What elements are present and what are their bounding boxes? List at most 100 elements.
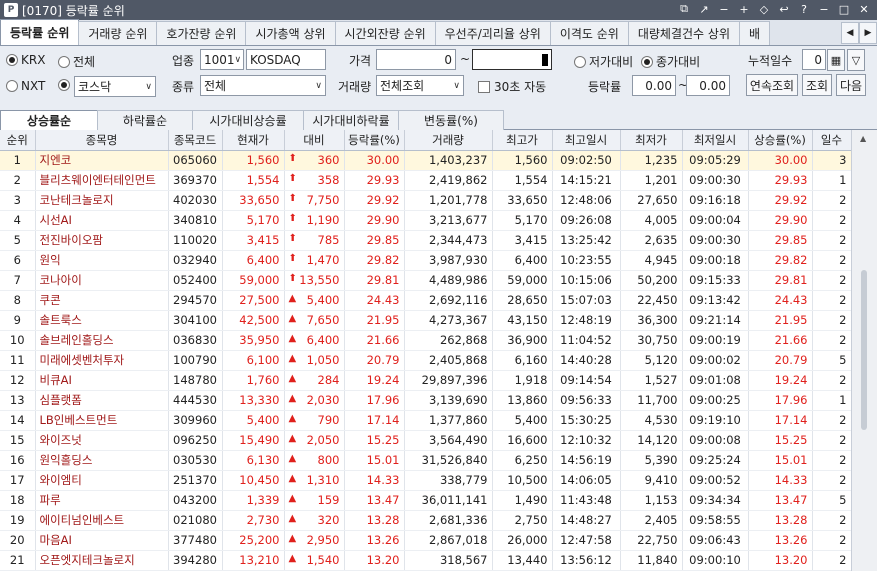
tab-2[interactable]: 호가잔량 순위	[156, 21, 247, 45]
stock-name-cell[interactable]: 시선AI	[35, 210, 169, 231]
rate-to-input[interactable]: 0.00	[686, 75, 730, 96]
minimize-icon[interactable]: −	[817, 2, 831, 16]
stock-name-cell[interactable]: 와이즈넛	[35, 430, 169, 451]
sector-code-select[interactable]: 1001 ∨	[200, 49, 244, 70]
vertical-scrollbar[interactable]: ▲	[851, 130, 877, 571]
popout-icon[interactable]: ↗	[697, 2, 711, 16]
stock-name-cell[interactable]: 와이엠티	[35, 470, 169, 491]
stock-name-cell[interactable]: LB인베스트먼트	[35, 410, 169, 431]
subtab-2[interactable]: 시가대비상승률	[192, 110, 304, 130]
market-krx-radio[interactable]: KRX	[6, 53, 45, 67]
stock-name-cell[interactable]: 솔트룩스	[35, 310, 169, 331]
subtab-3[interactable]: 시가대비하락률	[303, 110, 399, 130]
tab-3[interactable]: 시가총액 상위	[245, 21, 336, 45]
column-header[interactable]: 종목코드	[168, 130, 223, 151]
column-header[interactable]: 최고일시	[552, 130, 621, 151]
tab-8[interactable]: 배	[738, 21, 771, 45]
tab-1[interactable]: 거래량 순위	[78, 21, 158, 45]
tab-4[interactable]: 시간외잔량 순위	[334, 21, 436, 45]
stock-name-cell[interactable]: 오픈엣지테크놀로지	[35, 550, 169, 571]
vs-close-radio[interactable]: 종가대비	[641, 53, 700, 70]
table-row[interactable]: 17 와이엠티 251370 10,450 ▲ 1,310 14.33 338,779 10,5…	[0, 470, 852, 491]
stock-name-cell[interactable]: 쿠콘	[35, 290, 169, 311]
table-row[interactable]: 3 코난테크놀로지 402030 33,650 ⬆ 7,750 29.92 1,201,778…	[0, 190, 852, 211]
price-from-input[interactable]: 0	[376, 49, 456, 70]
table-row[interactable]: 19 에이티넘인베스트 021080 2,730 ▲ 320 13.28 2,681,336 2…	[0, 510, 852, 531]
tab-scroll-left-icon[interactable]: ◀	[841, 22, 859, 44]
column-header[interactable]: 종목명	[35, 130, 169, 151]
table-row[interactable]: 21 오픈엣지테크놀로지 394280 13,210 ▲ 1,540 13.20 318,56…	[0, 550, 852, 571]
column-header[interactable]: 최저가	[620, 130, 683, 151]
market-nxt-radio[interactable]: NXT	[6, 79, 45, 93]
table-row[interactable]: 1 지엔코 065060 1,560 ⬆ 360 30.00 1,403,237 1,560 09…	[0, 150, 852, 171]
column-header[interactable]: 대비	[284, 130, 345, 151]
tab-5[interactable]: 우선주/괴리율 상위	[434, 21, 551, 45]
stock-name-cell[interactable]: 파루	[35, 490, 169, 511]
tab-6[interactable]: 이격도 순위	[549, 21, 629, 45]
stock-name-cell[interactable]: 솔브레인홀딩스	[35, 330, 169, 351]
restore-icon[interactable]: ⧉	[677, 2, 691, 16]
table-row[interactable]: 13 심플랫폼 444530 13,330 ▲ 2,030 17.96 3,139,690 13…	[0, 390, 852, 411]
maximize-icon[interactable]: □	[837, 2, 851, 16]
table-row[interactable]: 7 코나아이 052400 59,000 ⬆ 13,550 29.81 4,489,986 59…	[0, 270, 852, 291]
rate-from-input[interactable]: 0.00	[632, 75, 676, 96]
tab-0[interactable]: 등락률 순위	[0, 19, 80, 45]
auto-30s-checkbox[interactable]: 30초 자동	[478, 78, 546, 95]
price-to-input[interactable]	[472, 49, 552, 70]
table-row[interactable]: 9 솔트룩스 304100 42,500 ▲ 7,650 21.95 4,273,367 43,…	[0, 310, 852, 331]
stock-name-cell[interactable]: 미래에셋벤처투자	[35, 350, 169, 371]
table-row[interactable]: 4 시선AI 340810 5,170 ⬆ 1,190 29.90 3,213,677 5,17…	[0, 210, 852, 231]
column-header[interactable]: 거래량	[404, 130, 493, 151]
table-row[interactable]: 16 원익홀딩스 030530 6,130 ▲ 800 15.01 31,526,840 6,2…	[0, 450, 852, 471]
query-button[interactable]: 조회	[802, 74, 832, 96]
stock-name-cell[interactable]: 마음AI	[35, 530, 169, 551]
stock-name-cell[interactable]: 비큐AI	[35, 370, 169, 391]
stock-name-cell[interactable]: 지엔코	[35, 150, 169, 171]
vs-low-radio[interactable]: 저가대비	[574, 53, 633, 70]
stock-name-cell[interactable]: 전진바이오팜	[35, 230, 169, 251]
table-row[interactable]: 10 솔브레인홀딩스 036830 35,950 ▲ 6,400 21.66 262,868 3…	[0, 330, 852, 351]
help-icon[interactable]: ?	[797, 2, 811, 16]
stock-name-cell[interactable]: 블리츠웨이엔터테인먼트	[35, 170, 169, 191]
type-select[interactable]: 전체 ∨	[200, 75, 326, 96]
filter-button[interactable]: ▽	[847, 49, 865, 71]
stock-name-cell[interactable]: 원익홀딩스	[35, 450, 169, 471]
back-icon[interactable]: ↩	[777, 2, 791, 16]
table-row[interactable]: 5 전진바이오팜 110020 3,415 ⬆ 785 29.85 2,344,473 3,41…	[0, 230, 852, 251]
stock-name-cell[interactable]: 심플랫폼	[35, 390, 169, 411]
table-row[interactable]: 2 블리츠웨이엔터테인먼트 369370 1,554 ⬆ 358 29.93 2,419,86…	[0, 170, 852, 191]
market-select[interactable]: 코스닥 ∨	[74, 76, 156, 97]
tab-7[interactable]: 대량체결건수 상위	[627, 21, 740, 45]
scope-all-radio[interactable]: 전체	[58, 53, 95, 70]
days-input[interactable]: 0	[802, 49, 826, 70]
subtab-1[interactable]: 하락률순	[97, 110, 193, 130]
calendar-button[interactable]: ▦	[827, 49, 845, 71]
volume-select[interactable]: 전체조회 ∨	[376, 75, 464, 96]
table-row[interactable]: 8 쿠콘 294570 27,500 ▲ 5,400 24.43 2,692,116 28,65…	[0, 290, 852, 311]
column-header[interactable]: 최고가	[492, 130, 553, 151]
pin-icon[interactable]: ◇	[757, 2, 771, 16]
stock-name-cell[interactable]: 원익	[35, 250, 169, 271]
minimize-panel-icon[interactable]: −	[717, 2, 731, 16]
scroll-up-icon[interactable]: ▲	[860, 134, 866, 143]
table-row[interactable]: 12 비큐AI 148780 1,760 ▲ 284 19.24 29,897,396 1,91…	[0, 370, 852, 391]
stock-name-cell[interactable]: 코난테크놀로지	[35, 190, 169, 211]
next-button[interactable]: 다음	[836, 74, 866, 96]
sector-name-field[interactable]: KOSDAQ	[246, 49, 326, 70]
column-header[interactable]: 현재가	[222, 130, 285, 151]
table-row[interactable]: 14 LB인베스트먼트 309960 5,400 ▲ 790 17.14 1,377,860 5…	[0, 410, 852, 431]
table-row[interactable]: 15 와이즈넛 096250 15,490 ▲ 2,050 15.25 3,564,490 16…	[0, 430, 852, 451]
column-header[interactable]: 등락률(%)	[344, 130, 405, 151]
column-header[interactable]: 최저일시	[682, 130, 749, 151]
subtab-0[interactable]: 상승률순	[0, 110, 98, 130]
table-row[interactable]: 20 마음AI 377480 25,200 ▲ 2,950 13.26 2,867,018 26…	[0, 530, 852, 551]
tab-scroll-right-icon[interactable]: ▶	[859, 22, 877, 44]
continuous-query-button[interactable]: 연속조회	[746, 74, 798, 96]
column-header[interactable]: 순위	[0, 130, 36, 151]
column-header[interactable]: 일수	[812, 130, 852, 151]
scope-market-radio[interactable]	[58, 79, 73, 91]
close-icon[interactable]: ✕	[857, 2, 871, 16]
add-icon[interactable]: +	[737, 2, 751, 16]
table-row[interactable]: 18 파루 043200 1,339 ▲ 159 13.47 36,011,141 1,490 1…	[0, 490, 852, 511]
table-row[interactable]: 6 원익 032940 6,400 ⬆ 1,470 29.82 3,987,930 6,400 1…	[0, 250, 852, 271]
